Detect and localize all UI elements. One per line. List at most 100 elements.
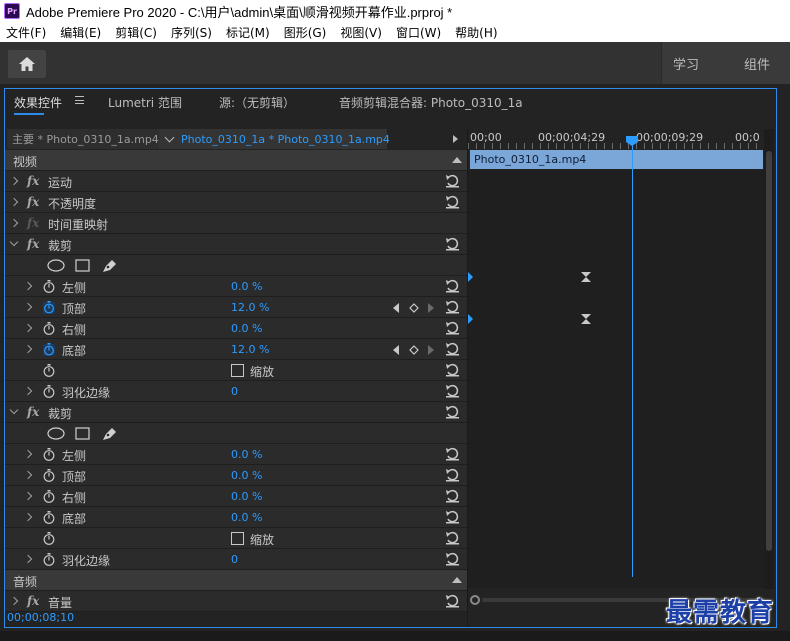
- rectangle-mask-icon[interactable]: [75, 259, 90, 272]
- workspace-tab-learn[interactable]: 学习: [673, 54, 699, 73]
- stopwatch-icon[interactable]: [43, 448, 55, 461]
- property-value[interactable]: 0.0 %: [231, 490, 262, 503]
- master-clip-label[interactable]: 主要 * Photo_0310_1a.mp4: [7, 129, 159, 149]
- fx-badge-icon[interactable]: fx: [27, 405, 39, 419]
- reset-icon[interactable]: [445, 174, 460, 188]
- expand-chevron-icon[interactable]: [23, 554, 33, 564]
- menu-markers[interactable]: 标记(M): [219, 24, 277, 41]
- menu-edit[interactable]: 编辑(E): [53, 24, 108, 41]
- menu-graphics[interactable]: 图形(G): [277, 24, 334, 41]
- keyframe-area[interactable]: [468, 170, 764, 588]
- reset-icon[interactable]: [445, 195, 460, 209]
- reset-icon[interactable]: [445, 342, 460, 356]
- expand-chevron-icon[interactable]: [23, 344, 33, 354]
- keyframe-hourglass-icon[interactable]: [581, 272, 591, 282]
- stopwatch-icon[interactable]: [43, 322, 55, 335]
- keyframe-start-icon[interactable]: [468, 272, 478, 282]
- expand-chevron-icon[interactable]: [23, 491, 33, 501]
- menu-clip[interactable]: 剪辑(C): [108, 24, 164, 41]
- property-value[interactable]: 0.0 %: [231, 469, 262, 482]
- home-button[interactable]: [8, 50, 46, 78]
- collapse-chevron-icon[interactable]: [9, 237, 19, 247]
- expand-chevron-icon[interactable]: [23, 470, 33, 480]
- current-timecode[interactable]: 00;00;08;10: [7, 611, 74, 624]
- stopwatch-icon[interactable]: [43, 532, 55, 545]
- stopwatch-active-icon[interactable]: [43, 343, 55, 356]
- reset-icon[interactable]: [445, 363, 460, 377]
- sequence-clip-dropdown[interactable]: Photo_0310_1a * Photo_0310_1a.mp4: [159, 129, 390, 149]
- menu-file[interactable]: 文件(F): [0, 24, 53, 41]
- expand-chevron-icon[interactable]: [23, 512, 33, 522]
- reset-icon[interactable]: [445, 510, 460, 524]
- reset-icon[interactable]: [445, 531, 460, 545]
- collapse-chevron-icon[interactable]: [9, 405, 19, 415]
- previous-keyframe-icon[interactable]: [393, 345, 399, 355]
- menu-help[interactable]: 帮助(H): [448, 24, 504, 41]
- menu-sequence[interactable]: 序列(S): [164, 24, 219, 41]
- menu-window[interactable]: 窗口(W): [389, 24, 448, 41]
- stopwatch-icon[interactable]: [43, 469, 55, 482]
- stopwatch-icon[interactable]: [43, 511, 55, 524]
- workspace-tab-assembly[interactable]: 组件: [744, 54, 770, 73]
- property-value[interactable]: 0.0 %: [231, 511, 262, 524]
- menu-view[interactable]: 视图(V): [333, 24, 389, 41]
- reset-icon[interactable]: [445, 552, 460, 566]
- property-value[interactable]: 0.0 %: [231, 322, 262, 335]
- expand-chevron-icon[interactable]: [23, 302, 33, 312]
- tab-effect-controls[interactable]: 效果控件: [14, 94, 62, 115]
- keyframe-start-icon[interactable]: [468, 314, 478, 324]
- expand-chevron-icon[interactable]: [23, 386, 33, 396]
- collapse-up-icon[interactable]: [452, 157, 462, 163]
- reset-icon[interactable]: [445, 279, 460, 293]
- reset-icon[interactable]: [445, 405, 460, 419]
- expand-chevron-icon[interactable]: [9, 197, 19, 207]
- timeline-clip[interactable]: Photo_0310_1a.mp4: [470, 150, 763, 169]
- property-value[interactable]: 0.0 %: [231, 448, 262, 461]
- property-value[interactable]: 0: [231, 385, 238, 398]
- previous-keyframe-icon[interactable]: [393, 303, 399, 313]
- add-keyframe-icon[interactable]: [409, 303, 419, 313]
- expand-chevron-icon[interactable]: [9, 218, 19, 228]
- collapse-up-icon[interactable]: [452, 577, 462, 583]
- play-only-audio-icon[interactable]: [453, 135, 458, 143]
- time-ruler[interactable]: 00;00 00;00;04;29 00;00;09;29 00;0: [468, 129, 764, 149]
- stopwatch-icon[interactable]: [43, 280, 55, 293]
- reset-icon[interactable]: [445, 489, 460, 503]
- reset-icon[interactable]: [445, 594, 460, 608]
- fx-badge-icon[interactable]: fx: [27, 594, 39, 608]
- stopwatch-icon[interactable]: [43, 490, 55, 503]
- reset-icon[interactable]: [445, 321, 460, 335]
- tab-lumetri-scopes[interactable]: Lumetri 范围: [108, 94, 182, 111]
- scrollbar-thumb[interactable]: [766, 151, 772, 551]
- tab-audio-clip-mixer[interactable]: 音频剪辑混合器: Photo_0310_1a: [339, 94, 523, 111]
- ellipse-mask-icon[interactable]: [47, 427, 65, 440]
- expand-chevron-icon[interactable]: [23, 281, 33, 291]
- expand-chevron-icon[interactable]: [9, 596, 19, 606]
- property-value[interactable]: 0.0 %: [231, 280, 262, 293]
- reset-icon[interactable]: [445, 384, 460, 398]
- keyframe-hourglass-icon[interactable]: [581, 314, 591, 324]
- next-keyframe-icon[interactable]: [428, 345, 434, 355]
- tab-source[interactable]: 源:（无剪辑）: [219, 94, 295, 111]
- zoom-handle[interactable]: [470, 595, 480, 605]
- pen-mask-icon[interactable]: [101, 259, 117, 273]
- panel-menu-icon[interactable]: [75, 96, 84, 104]
- stopwatch-icon[interactable]: [43, 385, 55, 398]
- next-keyframe-icon[interactable]: [428, 303, 434, 313]
- property-value[interactable]: 12.0 %: [231, 343, 269, 356]
- zoom-checkbox[interactable]: [231, 364, 244, 377]
- ellipse-mask-icon[interactable]: [47, 259, 65, 272]
- fx-badge-icon[interactable]: fx: [27, 237, 39, 251]
- property-value[interactable]: 12.0 %: [231, 301, 269, 314]
- add-keyframe-icon[interactable]: [409, 345, 419, 355]
- pen-mask-icon[interactable]: [101, 427, 117, 441]
- expand-chevron-icon[interactable]: [23, 449, 33, 459]
- vertical-scrollbar[interactable]: [764, 129, 774, 589]
- reset-icon[interactable]: [445, 300, 460, 314]
- fx-badge-icon[interactable]: fx: [27, 174, 39, 188]
- expand-chevron-icon[interactable]: [23, 323, 33, 333]
- playhead-line[interactable]: [632, 137, 633, 577]
- mini-timeline[interactable]: 00;00 00;00;04;29 00;00;09;29 00;0 Photo…: [467, 129, 776, 627]
- stopwatch-icon[interactable]: [43, 364, 55, 377]
- rectangle-mask-icon[interactable]: [75, 427, 90, 440]
